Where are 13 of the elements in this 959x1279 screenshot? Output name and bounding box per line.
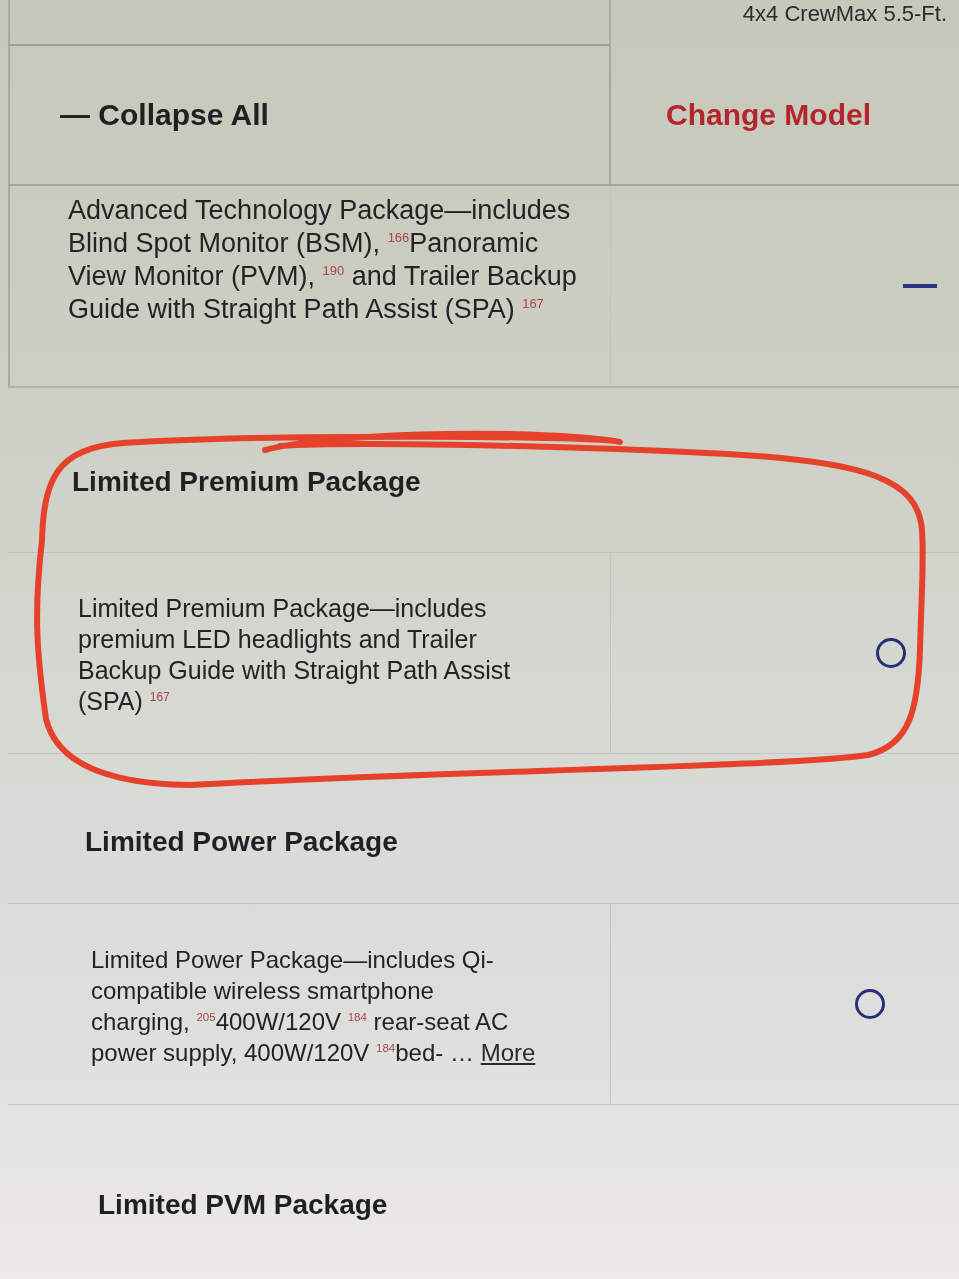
package-heading: Limited Premium Package xyxy=(72,466,421,498)
radio-button[interactable] xyxy=(876,638,906,668)
change-model-link[interactable]: Change Model xyxy=(666,98,871,132)
package-description: Advanced Technology Package—includes Blind Spot Monitor (BSM), $^{166}$Panoramic View Monitor (PVM), $^{190}$ and Trailer Backup Guide with Straight Path Assist (SPA) $^{167}$ xyxy=(68,194,578,326)
package-heading: Limited Power Package xyxy=(85,826,398,858)
trim-name: 4x4 CrewMax 5.5-Ft. xyxy=(742,2,947,26)
collapse-all-button[interactable]: — Collapse All xyxy=(60,98,269,132)
package-description: Limited Premium Package—includes premium LED headlights and Trailer Backup Guide with Straight Path Assist (SPA) $^{167}$ xyxy=(78,593,512,717)
package-heading: Limited PVM Package xyxy=(98,1189,388,1221)
radio-button[interactable] xyxy=(855,989,885,1019)
more-link[interactable]: More xyxy=(480,1039,536,1066)
package-description: Limited Power Package—includes Qi-compatible wireless smartphone charging, $^{205}$400W/120V $^{184}$ rear-seat AC power supply, 400W/120V $^{184}$bed- … More xyxy=(91,945,537,1068)
dash-icon xyxy=(903,284,937,288)
